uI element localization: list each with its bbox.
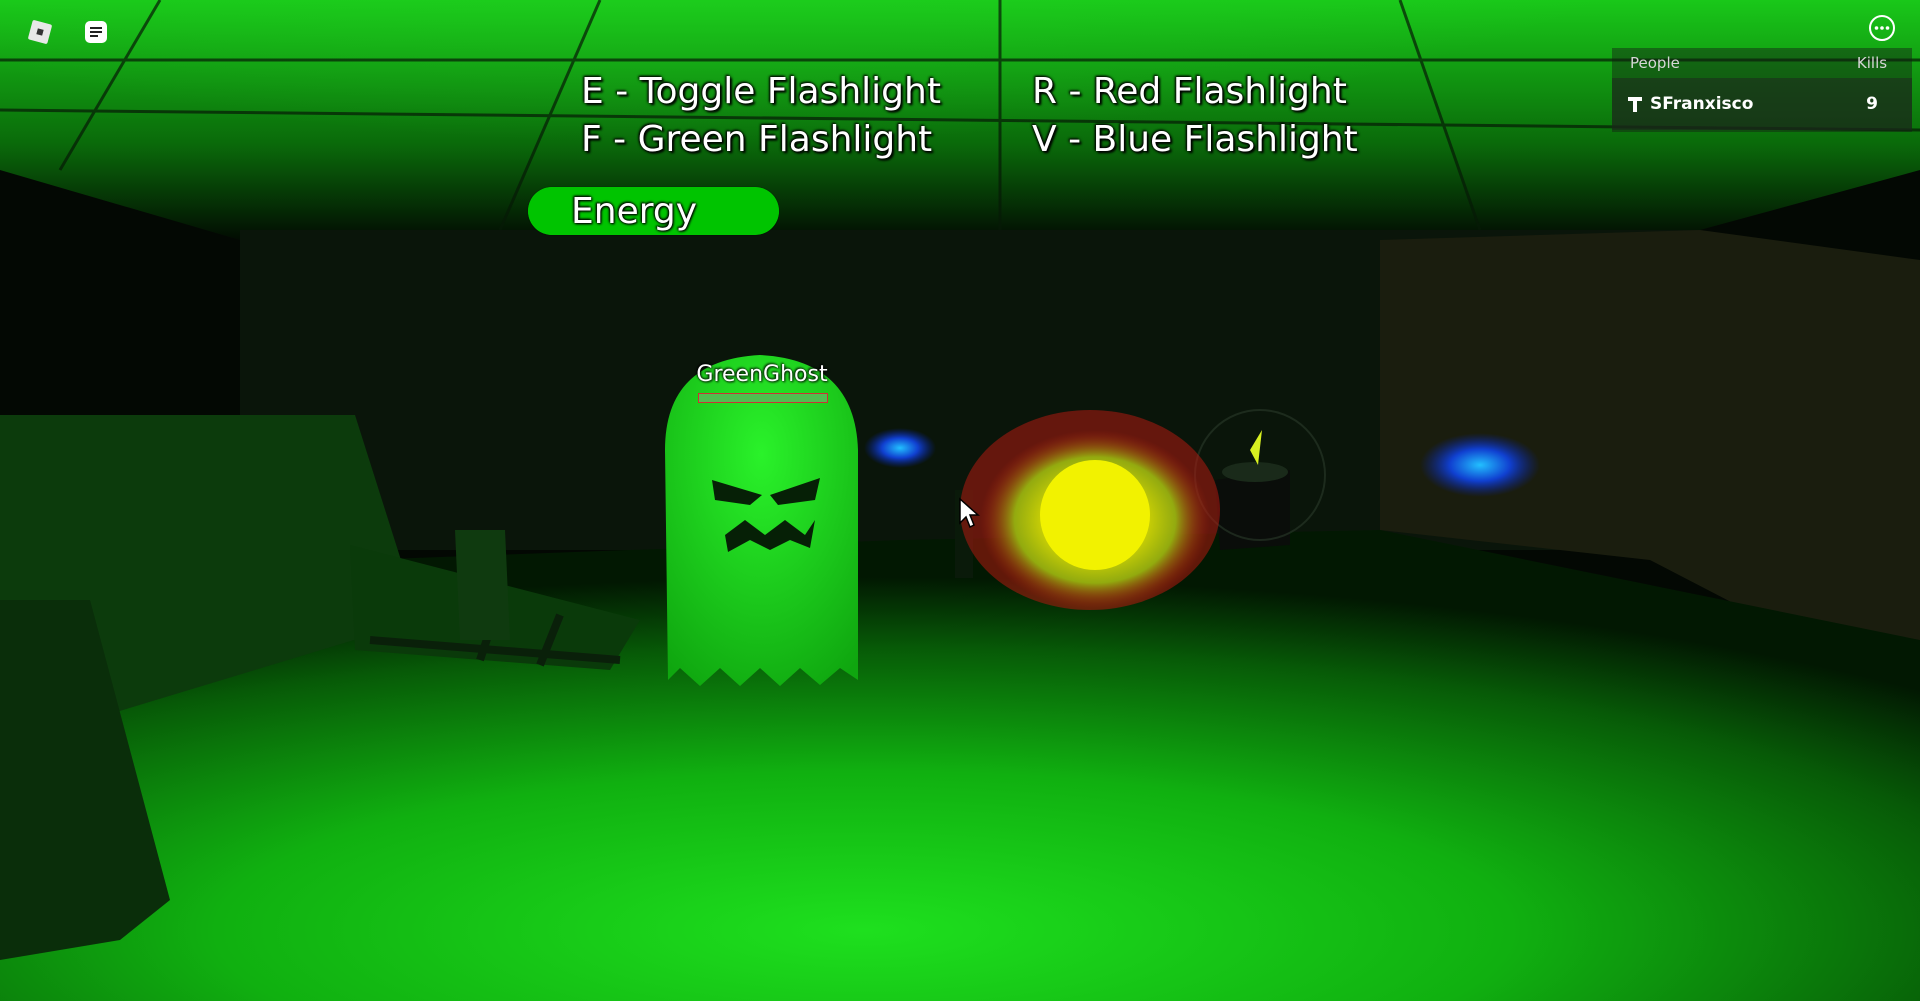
energy-bar: Energy [528, 187, 779, 235]
player-icon [1628, 97, 1642, 112]
hint-green-flashlight: F - Green Flashlight [581, 119, 933, 160]
leaderboard-row[interactable]: SFranxisco 9 [1612, 78, 1912, 130]
leaderboard-header: People Kills [1612, 48, 1912, 78]
ghost-health-bar [698, 393, 828, 403]
leaderboard-people-header: People [1630, 54, 1680, 72]
chat-icon [85, 21, 107, 43]
roblox-menu-button[interactable] [18, 10, 62, 54]
more-options-button[interactable] [1862, 8, 1902, 48]
more-options-icon [1869, 15, 1895, 41]
hint-red-flashlight: R - Red Flashlight [1032, 71, 1347, 112]
chat-button[interactable] [74, 10, 118, 54]
player-kills: 9 [1866, 94, 1878, 114]
leaderboard-kills-header: Kills [1856, 54, 1888, 72]
player-name: SFranxisco [1650, 94, 1754, 114]
energy-label: Energy [571, 191, 698, 232]
hint-toggle-flashlight: E - Toggle Flashlight [581, 71, 941, 112]
ghost-health-fill [699, 394, 827, 402]
ghost-name-tag: GreenGhost [696, 362, 828, 387]
roblox-logo-icon [28, 20, 52, 44]
mouse-cursor-icon [959, 497, 980, 529]
leaderboard[interactable]: People Kills SFranxisco 9 [1612, 48, 1912, 132]
hint-blue-flashlight: V - Blue Flashlight [1032, 119, 1358, 160]
